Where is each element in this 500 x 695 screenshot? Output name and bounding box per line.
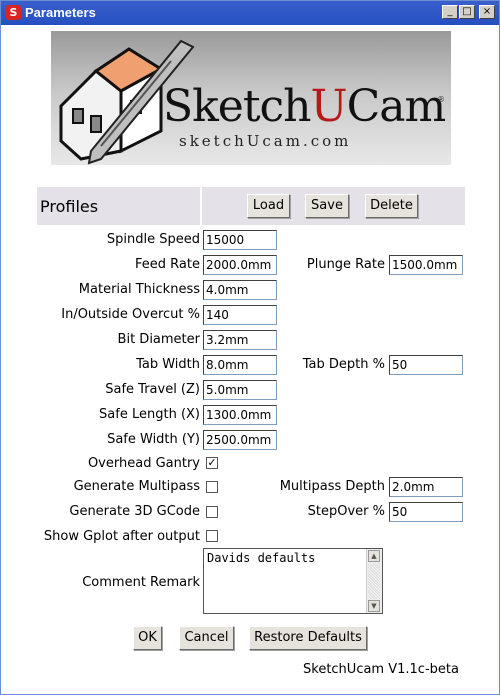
material-thickness-input[interactable]: 4.0mm	[203, 280, 277, 300]
spindle-speed-label: Spindle Speed	[106, 232, 200, 247]
profiles-label: Profiles	[40, 197, 99, 216]
multipass-depth-label: Multipass Depth	[279, 479, 385, 494]
tab-depth-label: Tab Depth %	[302, 357, 385, 372]
logo-url: sketchUcam.com	[179, 132, 352, 150]
comment-remark-text: Davids defaults	[207, 551, 316, 565]
overhead-gantry-label: Overhead Gantry	[87, 456, 200, 471]
comment-scrollbar[interactable]: ▲ ▼	[366, 549, 382, 613]
registered-mark: ®	[437, 95, 445, 104]
version-label: SketchUcam V1.1c-beta	[303, 662, 459, 677]
safe-width-label: Safe Width (Y)	[107, 432, 200, 447]
title-bar[interactable]: S Parameters _ □ ×	[1, 1, 499, 25]
close-button[interactable]: ×	[479, 5, 495, 19]
tab-width-label: Tab Width	[136, 357, 200, 372]
comment-remark-label: Comment Remark	[82, 575, 200, 590]
stepover-label: StepOver %	[307, 504, 385, 519]
safe-length-label: Safe Length (X)	[99, 407, 200, 422]
show-gplot-label: Show Gplot after output	[43, 529, 200, 544]
comment-remark-textarea[interactable]: Davids defaults ▲ ▼	[203, 548, 383, 614]
generate-multipass-label: Generate Multipass	[73, 479, 200, 494]
scroll-down-icon[interactable]: ▼	[368, 600, 380, 612]
ok-button[interactable]: OK	[133, 626, 162, 650]
spindle-speed-input[interactable]: 15000	[203, 230, 277, 250]
bit-diameter-input[interactable]: 3.2mm	[203, 330, 277, 350]
sketchup-app-icon: S	[6, 5, 21, 20]
plunge-rate-input[interactable]: 1500.0mm	[389, 255, 463, 275]
profiles-bar: Profiles Load Save Delete	[37, 187, 465, 225]
generate-3d-gcode-label: Generate 3D GCode	[69, 504, 200, 519]
minimize-button[interactable]: _	[442, 5, 458, 19]
multipass-depth-input[interactable]: 2.0mm	[389, 477, 463, 497]
overcut-label: In/Outside Overcut %	[61, 307, 200, 322]
delete-button[interactable]: Delete	[365, 194, 418, 218]
save-button[interactable]: Save	[305, 194, 349, 218]
scroll-up-icon[interactable]: ▲	[368, 550, 380, 562]
overhead-gantry-checkbox[interactable]: ✓	[206, 457, 218, 469]
overcut-input[interactable]: 140	[203, 305, 277, 325]
maximize-button[interactable]: □	[459, 5, 475, 19]
generate-3d-gcode-checkbox[interactable]	[206, 506, 218, 518]
tab-width-input[interactable]: 8.0mm	[203, 355, 277, 375]
material-thickness-label: Material Thickness	[78, 282, 200, 297]
window-title: Parameters	[25, 5, 96, 20]
logo-brand: SketchUCam	[163, 81, 446, 132]
parameters-window: S Parameters _ □ × SketchUCam ® sketchUc…	[0, 0, 500, 695]
show-gplot-checkbox[interactable]	[206, 530, 218, 542]
safe-travel-input[interactable]: 5.0mm	[203, 380, 277, 400]
safe-width-input[interactable]: 2500.0mm	[203, 430, 277, 450]
generate-multipass-checkbox[interactable]	[206, 481, 218, 493]
bit-diameter-label: Bit Diameter	[117, 332, 200, 347]
profiles-divider	[200, 187, 202, 225]
scroll-track[interactable]	[368, 563, 380, 599]
restore-defaults-button[interactable]: Restore Defaults	[249, 626, 367, 650]
feed-rate-input[interactable]: 2000.0mm	[203, 255, 277, 275]
plunge-rate-label: Plunge Rate	[306, 257, 385, 272]
safe-length-input[interactable]: 1300.0mm	[203, 405, 277, 425]
cancel-button[interactable]: Cancel	[179, 626, 234, 650]
sketchucam-logo: SketchUCam ® sketchUcam.com	[51, 31, 451, 165]
safe-travel-label: Safe Travel (Z)	[105, 382, 200, 397]
load-button[interactable]: Load	[247, 194, 290, 218]
feed-rate-label: Feed Rate	[135, 257, 200, 272]
stepover-input[interactable]: 50	[389, 502, 463, 522]
tab-depth-input[interactable]: 50	[389, 355, 463, 375]
